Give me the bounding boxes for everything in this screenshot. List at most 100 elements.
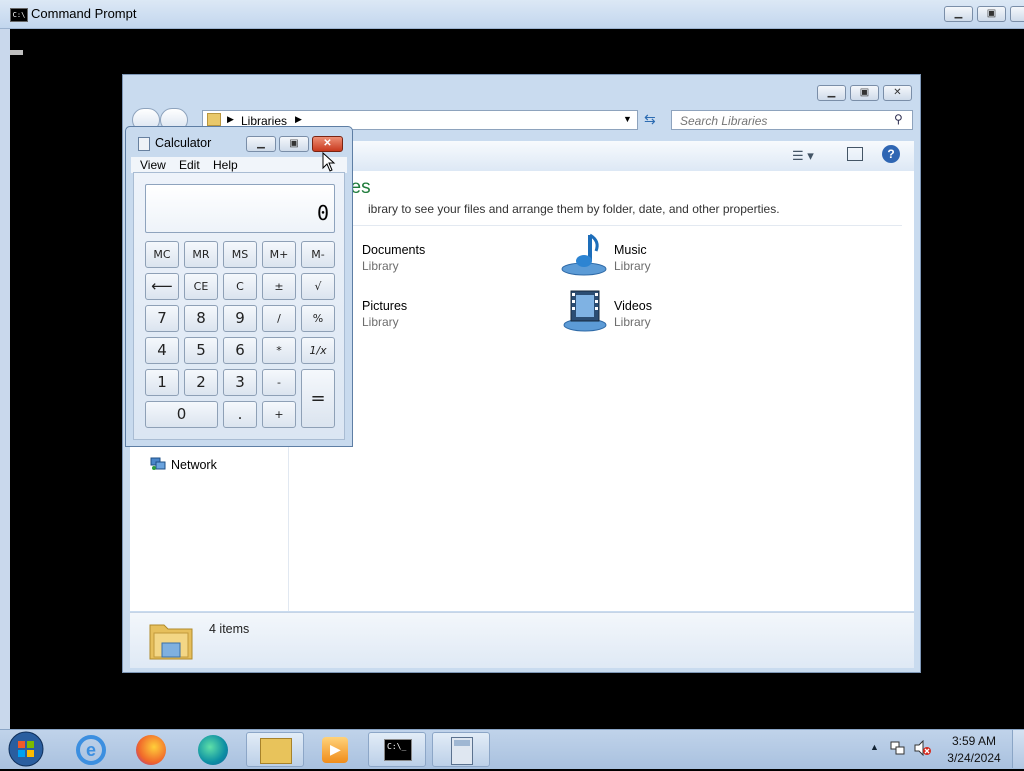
show-hidden-icons-icon[interactable]: ▲: [870, 742, 879, 752]
firefox-icon: [136, 735, 166, 765]
clock-date[interactable]: 3/24/2024: [944, 751, 1004, 765]
ce-button[interactable]: CE: [184, 273, 218, 300]
command-prompt-icon: C:\_: [384, 739, 412, 761]
show-desktop-button[interactable]: [1012, 730, 1024, 768]
file-explorer-icon: [260, 738, 292, 764]
taskbar-edge[interactable]: [184, 732, 242, 767]
mc-button[interactable]: MC: [145, 241, 179, 268]
calculator-icon: [451, 737, 473, 765]
sqrt-button[interactable]: √: [301, 273, 335, 300]
windows-orb-icon: [8, 731, 44, 767]
taskbar-file-explorer[interactable]: [246, 732, 304, 767]
divide-button[interactable]: /: [262, 305, 296, 332]
taskbar: e ▶ C:\_ ▲ 3:59 AM 3/24/2024: [0, 729, 1024, 769]
decimal-button[interactable]: .: [223, 401, 257, 428]
cmd-titlebar[interactable]: C:\ Command Prompt ▁ ▣: [0, 0, 1024, 29]
refresh-button[interactable]: ⇆: [641, 110, 663, 130]
digit-1-button[interactable]: 1: [145, 369, 179, 396]
calc-close-button[interactable]: ✕: [312, 136, 343, 152]
cmd-minimize-button[interactable]: ▁: [944, 6, 973, 22]
library-type: Library: [614, 315, 651, 329]
taskbar-calculator[interactable]: [432, 732, 490, 767]
menu-edit[interactable]: Edit: [179, 158, 200, 172]
help-icon[interactable]: ?: [882, 145, 900, 163]
menu-view[interactable]: View: [140, 158, 166, 172]
maximize-icon: ▣: [289, 138, 299, 149]
calc-minimize-button[interactable]: ▁: [246, 136, 276, 152]
cmd-left-border: [0, 29, 10, 730]
calculator-display: 0: [145, 184, 335, 233]
taskbar-firefox[interactable]: [122, 732, 180, 767]
library-name: Documents: [362, 243, 426, 257]
backspace-button[interactable]: ⟵: [145, 273, 179, 300]
taskbar-media-player[interactable]: ▶: [306, 732, 364, 767]
library-item-documents[interactable]: Documents Library: [355, 241, 535, 279]
digit-4-button[interactable]: 4: [145, 337, 179, 364]
media-player-icon: ▶: [322, 737, 348, 763]
cmd-app-icon: C:\: [10, 8, 28, 22]
ms-button[interactable]: MS: [223, 241, 257, 268]
library-description: ibrary to see your files and arrange the…: [368, 202, 780, 216]
breadcrumb-chevron-icon[interactable]: ▶: [295, 114, 302, 125]
taskbar-internet-explorer[interactable]: e: [62, 732, 120, 767]
digit-2-button[interactable]: 2: [184, 369, 218, 396]
calculator-title: Calculator: [155, 136, 212, 150]
address-dropdown-icon[interactable]: ▼: [623, 114, 632, 124]
breadcrumb-separator-icon: ▶: [227, 114, 234, 124]
reciprocal-button[interactable]: 1/x: [301, 337, 335, 364]
divider: [320, 225, 902, 226]
library-item-pictures[interactable]: Pictures Library: [355, 297, 535, 335]
status-bar: 4 items: [130, 612, 914, 668]
library-name: Music: [614, 243, 647, 257]
taskbar-command-prompt[interactable]: C:\_: [368, 732, 426, 767]
plus-button[interactable]: +: [262, 401, 296, 428]
cmd-close-button[interactable]: [1010, 6, 1024, 22]
equals-button[interactable]: =: [301, 369, 335, 428]
plus-minus-button[interactable]: ±: [262, 273, 296, 300]
cmd-maximize-button[interactable]: ▣: [977, 6, 1006, 22]
m-plus-button[interactable]: M+: [262, 241, 296, 268]
library-name: Videos: [614, 299, 652, 313]
percent-button[interactable]: %: [301, 305, 335, 332]
display-value: 0: [316, 201, 329, 225]
refresh-icon: ⇆: [644, 111, 656, 127]
mr-button[interactable]: MR: [184, 241, 218, 268]
volume-muted-icon[interactable]: [914, 739, 932, 757]
explorer-close-button[interactable]: ✕: [883, 85, 912, 101]
maximize-icon: ▣: [986, 8, 997, 19]
digit-6-button[interactable]: 6: [223, 337, 257, 364]
network-icon: [150, 457, 166, 471]
nav-item-network[interactable]: Network: [150, 457, 280, 475]
internet-explorer-icon: e: [76, 735, 106, 765]
menu-help[interactable]: Help: [213, 158, 238, 172]
clear-button[interactable]: C: [223, 273, 257, 300]
minimize-icon: ▁: [827, 87, 836, 98]
digit-7-button[interactable]: 7: [145, 305, 179, 332]
multiply-button[interactable]: *: [262, 337, 296, 364]
digit-3-button[interactable]: 3: [223, 369, 257, 396]
explorer-maximize-button[interactable]: ▣: [850, 85, 879, 101]
minus-button[interactable]: -: [262, 369, 296, 396]
digit-5-button[interactable]: 5: [184, 337, 218, 364]
close-icon: ✕: [323, 138, 332, 149]
preview-pane-icon[interactable]: [847, 147, 863, 161]
view-options-icon[interactable]: ☰ ▾: [792, 148, 814, 164]
search-input[interactable]: [678, 112, 882, 130]
m-minus-button[interactable]: M-: [301, 241, 335, 268]
library-item-music[interactable]: Music Library: [560, 231, 740, 279]
videos-library-icon: [562, 287, 608, 333]
digit-9-button[interactable]: 9: [223, 305, 257, 332]
nav-item-label: Network: [171, 458, 217, 472]
calculator-window: Calculator ▁ ▣ ✕ View Edit Help 0 MC MR …: [125, 126, 353, 447]
library-type: Library: [362, 315, 399, 329]
library-item-videos[interactable]: Videos Library: [560, 287, 740, 335]
explorer-minimize-button[interactable]: ▁: [817, 85, 846, 101]
network-tray-icon[interactable]: [890, 740, 906, 756]
start-button[interactable]: [6, 730, 46, 768]
search-box[interactable]: ⚲: [671, 110, 913, 130]
calc-maximize-button[interactable]: ▣: [279, 136, 309, 152]
digit-8-button[interactable]: 8: [184, 305, 218, 332]
digit-0-button[interactable]: 0: [145, 401, 218, 428]
search-icon: ⚲: [894, 112, 903, 126]
clock-time[interactable]: 3:59 AM: [944, 734, 1004, 748]
